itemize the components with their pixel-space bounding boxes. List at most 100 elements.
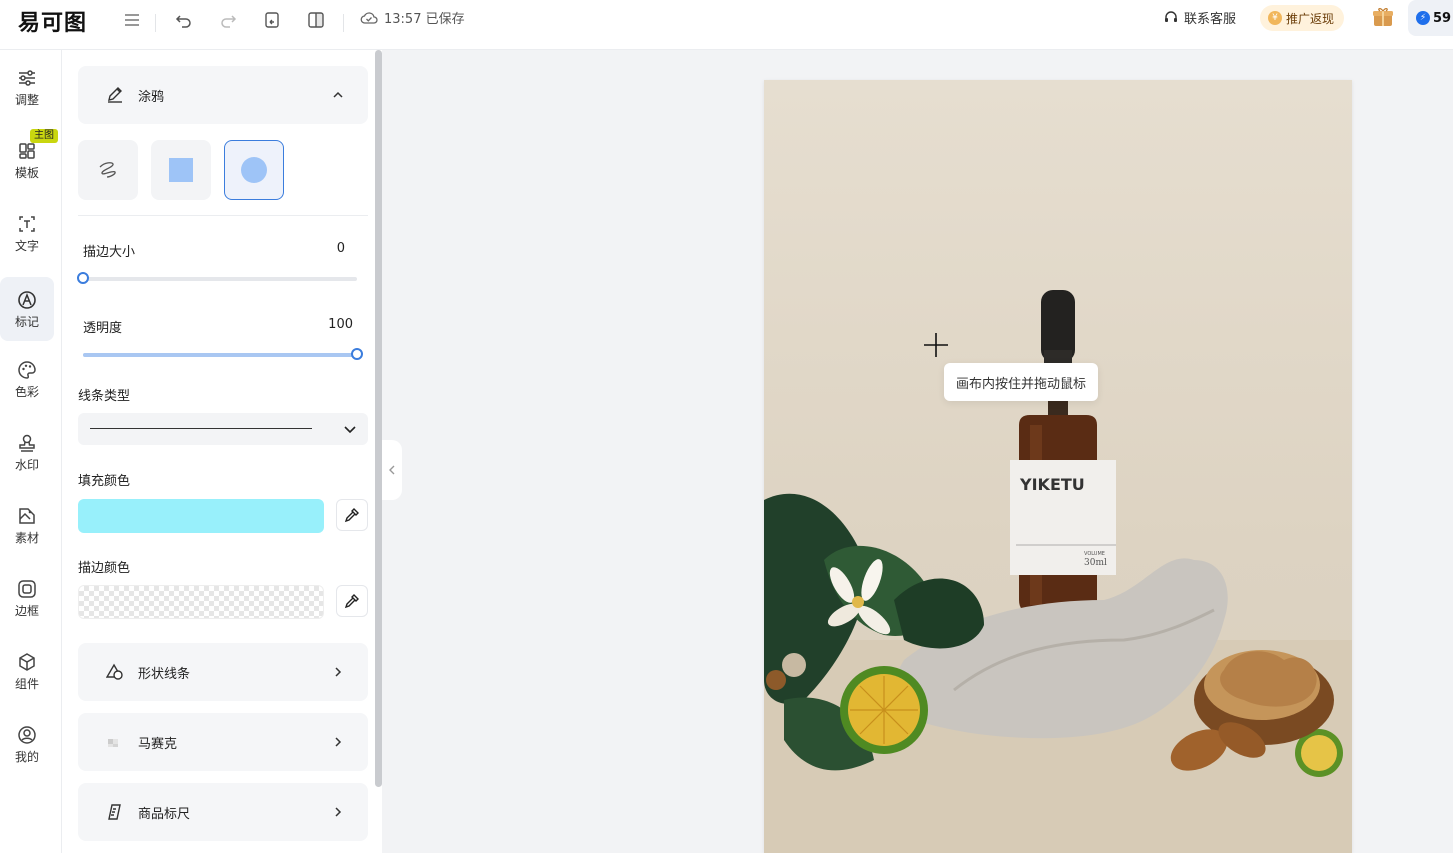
scribble-icon [99,162,116,178]
doodle-title: 涂鸦 [138,89,165,105]
redo-icon[interactable] [217,9,239,31]
rail-label: 我的 [14,749,39,764]
bottle-label-text: YIKETU [1019,475,1085,494]
rail-item-text[interactable]: 文字 [0,201,54,265]
rail-item-mark[interactable]: 标记 [0,277,54,341]
rectangle-tool-button[interactable] [151,140,211,200]
undo-icon[interactable] [173,9,195,31]
credits-badge[interactable]: ⚡ 59 [1408,0,1453,36]
fill-eyedropper-button[interactable] [336,499,368,531]
shapes-title: 形状线条 [138,666,191,682]
sliders-icon [19,69,35,86]
circle-tool-button[interactable] [224,140,284,200]
eyedropper-icon [344,594,359,609]
shapes-icon [106,663,123,680]
stroke-color-label: 描边颜色 [78,561,131,576]
rail-item-mine[interactable]: 我的 [0,712,54,776]
toolbar-divider [343,14,344,32]
top-bar: 易可图 13:57 已保存 联系客服 ¥ 推广返现 ⚡ 59 [0,0,1453,50]
product-photo: YIKETU VOLUME 30ml [764,290,1352,853]
mosaic-section-header[interactable]: 马赛克 [78,713,368,771]
rail-item-watermark[interactable]: 水印 [0,420,54,484]
palette-icon [18,360,36,379]
chevron-down-icon [344,426,356,434]
rail-label: 色彩 [14,384,39,399]
square-icon [169,158,193,182]
rail-label: 组件 [14,676,39,691]
crosshair-cursor-icon [924,333,948,357]
opacity-value[interactable]: 100 [300,317,353,332]
promo-label: 推广返现 [1286,11,1335,26]
lightning-icon: ⚡ [1416,11,1430,25]
doodle-section-header[interactable]: 涂鸦 [78,66,368,124]
menu-icon[interactable] [121,9,143,31]
fill-color-swatch[interactable] [78,499,324,533]
opacity-slider[interactable] [83,348,363,360]
shapes-section-header[interactable]: 形状线条 [78,643,368,701]
rail-label: 文字 [14,238,39,253]
chevron-up-icon[interactable] [332,89,344,101]
stroke-color-swatch[interactable] [78,585,324,619]
stroke-size-label: 描边大小 [83,245,136,260]
chevron-left-icon [389,465,395,475]
ruler-icon [108,804,121,820]
left-rail: 调整 主图 模板 文字 标记 色彩 水印 素材 边框 组件 我的 [0,50,62,853]
rail-label: 调整 [14,92,39,107]
app-logo[interactable]: 易可图 [18,5,87,37]
line-type-label: 线条类型 [78,389,131,404]
text-icon [19,215,35,232]
opacity-slider-fill [83,353,357,357]
rail-item-component[interactable]: 组件 [0,639,54,703]
chevron-right-icon [335,737,342,747]
credits-value: 59 [1433,10,1452,26]
opacity-label: 透明度 [83,321,123,336]
frame-icon [18,579,36,598]
canvas-hint-tooltip: 画布内按住并拖动鼠标 [944,363,1099,401]
stroke-eyedropper-button[interactable] [336,585,368,617]
cube-icon [19,652,35,671]
fill-color-label: 填充颜色 [78,474,131,489]
contact-support-button[interactable]: 联系客服 [1163,8,1236,27]
stamp-icon [19,434,35,452]
eyedropper-icon [344,508,359,523]
user-icon [18,725,36,744]
rail-label: 水印 [14,457,39,472]
stroke-size-value[interactable]: 0 [300,241,345,256]
freehand-tool-button[interactable] [78,140,138,200]
compare-icon[interactable] [305,9,327,31]
history-icon[interactable] [261,9,283,31]
panel-scrollbar[interactable] [375,50,382,787]
rail-label: 标记 [14,314,39,329]
line-type-select[interactable] [78,413,368,445]
opacity-knob[interactable] [351,348,363,360]
rail-item-material[interactable]: 素材 [0,493,54,557]
toolbar-divider [155,14,156,32]
template-grid-icon [19,142,35,159]
stroke-size-knob[interactable] [77,272,89,284]
chevron-right-icon [335,667,342,677]
stroke-size-slider[interactable] [77,272,357,284]
mosaic-icon [108,739,118,747]
rail-item-frame[interactable]: 边框 [0,566,54,630]
gift-box-icon[interactable] [1372,6,1394,28]
chevron-right-icon [335,807,342,817]
mosaic-title: 马赛克 [138,736,178,752]
rail-item-color[interactable]: 色彩 [0,347,54,411]
promo-button[interactable]: ¥ 推广返现 [1260,5,1345,31]
headset-icon [1165,10,1177,22]
ruler-title: 商品标尺 [138,806,191,822]
artboard-product-image[interactable]: YIKETU VOLUME 30ml [764,80,1352,853]
panel-divider [78,215,368,216]
coin-icon: ¥ [1268,11,1282,25]
collapse-panel-button[interactable] [382,440,402,500]
solid-line-preview [90,428,312,429]
ruler-section-header[interactable]: 商品标尺 [78,783,368,841]
serum-bottle: YIKETU VOLUME 30ml [1010,290,1116,613]
rail-label: 边框 [14,603,39,618]
rail-item-adjust[interactable]: 调整 [0,55,54,119]
rail-label: 素材 [14,530,39,545]
rail-item-template[interactable]: 模板 [0,128,54,192]
material-icon [19,507,35,524]
bottle-volume: 30ml [1084,558,1107,568]
cloud-check-icon [360,11,378,24]
